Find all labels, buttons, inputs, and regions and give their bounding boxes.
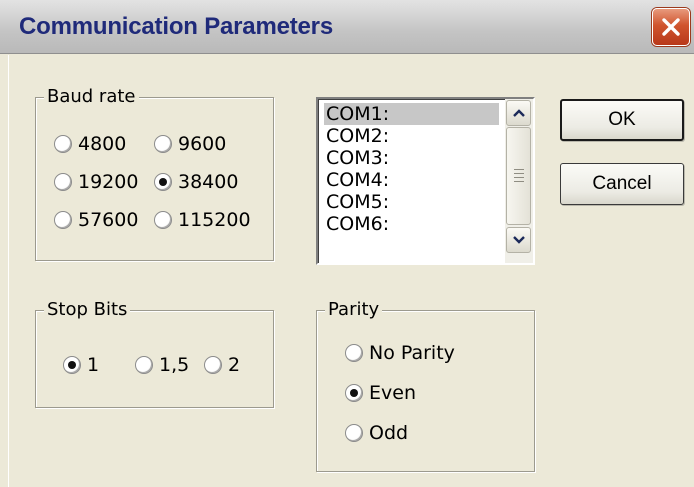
vertical-scrollbar[interactable] — [505, 99, 533, 263]
radio-icon — [135, 356, 153, 374]
radio-icon — [345, 344, 363, 362]
list-item[interactable]: COM6: — [324, 213, 499, 235]
baud-19200-radio[interactable]: 19200 — [54, 171, 138, 193]
title-bar[interactable]: Communication Parameters — [0, 0, 694, 54]
baud-115200-radio[interactable]: 115200 — [154, 209, 251, 231]
even-parity-radio[interactable]: Even — [345, 382, 416, 404]
grip-line — [514, 181, 524, 182]
radio-icon — [154, 211, 172, 229]
baud-rate-group: Baud rate 4800 9600 19200 38400 57600 11… — [35, 86, 274, 261]
list-item[interactable]: COM2: — [324, 125, 499, 147]
stop-bits-2-radio[interactable]: 2 — [204, 354, 240, 376]
grip-line — [514, 177, 524, 178]
odd-parity-radio[interactable]: Odd — [345, 422, 408, 444]
radio-icon — [345, 424, 363, 442]
parity-legend: Parity — [325, 299, 383, 321]
ok-button[interactable]: OK — [560, 99, 684, 141]
close-button[interactable] — [652, 8, 690, 46]
scroll-down-button[interactable] — [506, 227, 531, 253]
radio-icon — [54, 211, 72, 229]
radio-icon — [54, 135, 72, 153]
baud-rate-legend: Baud rate — [44, 86, 139, 108]
radio-checked-icon — [63, 356, 81, 374]
radio-icon — [154, 135, 172, 153]
list-item[interactable]: COM4: — [324, 169, 499, 191]
dialog-body: Baud rate 4800 9600 19200 38400 57600 11… — [8, 55, 694, 487]
radio-icon — [54, 173, 72, 191]
list-item[interactable]: COM5: — [324, 191, 499, 213]
stop-bits-group: Stop Bits 1 1,5 2 — [35, 299, 274, 408]
cancel-button[interactable]: Cancel — [560, 163, 684, 205]
radio-icon — [204, 356, 222, 374]
radio-checked-icon — [345, 384, 363, 402]
baud-9600-radio[interactable]: 9600 — [154, 133, 226, 155]
scroll-up-button[interactable] — [506, 100, 531, 126]
stop-bits-legend: Stop Bits — [44, 299, 131, 321]
scroll-thumb[interactable] — [506, 127, 531, 225]
stop-bits-1-radio[interactable]: 1 — [63, 354, 99, 376]
radio-checked-icon — [154, 173, 172, 191]
no-parity-radio[interactable]: No Parity — [345, 342, 455, 364]
list-item[interactable]: COM1: — [324, 103, 499, 125]
baud-38400-radio[interactable]: 38400 — [154, 171, 238, 193]
window-title: Communication Parameters — [19, 13, 333, 40]
list-item[interactable]: COM3: — [324, 147, 499, 169]
grip-line — [514, 169, 524, 170]
com-port-list[interactable]: COM1: COM2: COM3: COM4: COM5: COM6: — [316, 97, 535, 265]
baud-57600-radio[interactable]: 57600 — [54, 209, 138, 231]
stop-bits-1-5-radio[interactable]: 1,5 — [135, 354, 189, 376]
baud-4800-radio[interactable]: 4800 — [54, 133, 126, 155]
parity-group: Parity No Parity Even Odd — [316, 299, 535, 472]
grip-line — [514, 173, 524, 174]
